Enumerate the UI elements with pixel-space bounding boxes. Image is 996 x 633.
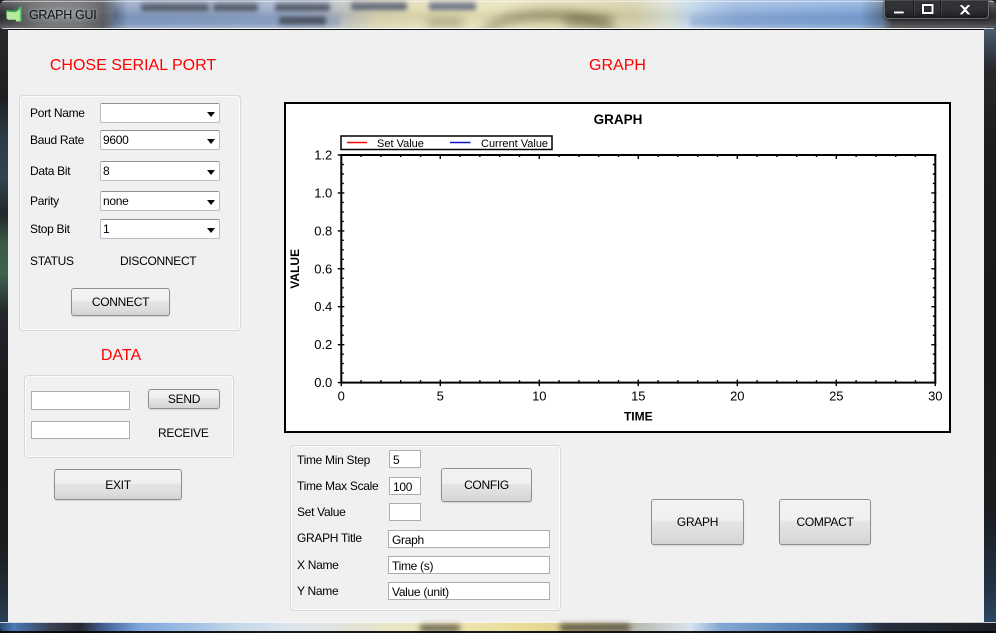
- svg-text:0.0: 0.0: [314, 375, 332, 390]
- svg-text:0: 0: [338, 389, 345, 404]
- svg-text:10: 10: [532, 389, 546, 404]
- svg-text:0.6: 0.6: [314, 261, 332, 276]
- svg-text:TIME: TIME: [624, 410, 653, 424]
- svg-text:25: 25: [829, 389, 843, 404]
- svg-text:VALUE: VALUE: [288, 249, 302, 289]
- svg-text:30: 30: [928, 389, 942, 404]
- svg-text:Set Value: Set Value: [377, 138, 424, 150]
- svg-text:5: 5: [437, 389, 444, 404]
- svg-text:15: 15: [631, 389, 645, 404]
- svg-text:1.0: 1.0: [314, 185, 332, 200]
- svg-text:20: 20: [730, 389, 744, 404]
- svg-text:0.8: 0.8: [314, 223, 332, 238]
- svg-text:Current Value: Current Value: [481, 138, 548, 150]
- svg-text:0.2: 0.2: [314, 337, 332, 352]
- svg-text:0.4: 0.4: [314, 299, 332, 314]
- svg-text:GRAPH: GRAPH: [594, 112, 643, 127]
- svg-text:1.2: 1.2: [314, 148, 332, 163]
